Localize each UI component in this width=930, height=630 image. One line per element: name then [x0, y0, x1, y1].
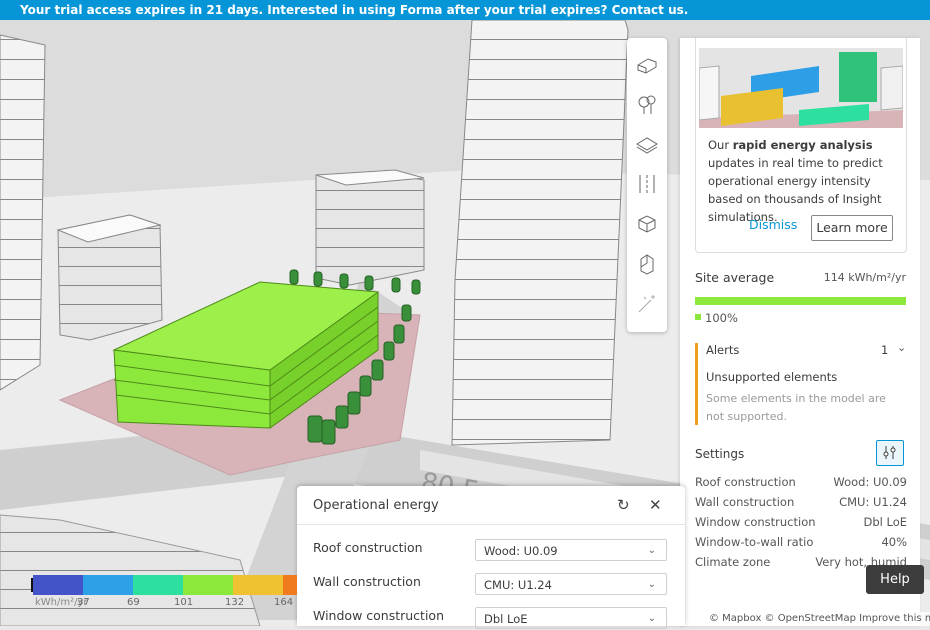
- trees-icon[interactable]: [633, 90, 661, 118]
- settings-row-window: Window construction Dbl LoE: [695, 515, 907, 529]
- road-icon[interactable]: [633, 170, 661, 198]
- dialog-title: Operational energy: [313, 498, 439, 513]
- dismiss-button[interactable]: Dismiss: [749, 217, 797, 232]
- legend-tick: 69: [127, 597, 140, 608]
- sparkle-icon[interactable]: [633, 290, 661, 318]
- settings-sliders-button[interactable]: [876, 440, 904, 466]
- op-roof-label: Roof construction: [313, 540, 423, 555]
- map-attribution[interactable]: © Mapbox © OpenStreetMap Improve this ma…: [706, 612, 930, 626]
- legend-tick: 37: [77, 597, 90, 608]
- legend-segment: [283, 575, 297, 595]
- legend-segment: [133, 575, 183, 595]
- site-average-progress: [695, 297, 906, 305]
- intro-text: Our rapid energy analysis updates in rea…: [708, 138, 883, 224]
- alert-text: Some elements in the model are not suppo…: [706, 392, 886, 423]
- legend-tick: 132: [225, 597, 245, 608]
- progress-label: 100%: [705, 311, 738, 325]
- roof-construction-select[interactable]: Wood: U0.09 ⌄: [475, 539, 667, 561]
- building-icon[interactable]: [633, 50, 661, 78]
- chevron-down-icon: ⌄: [647, 613, 656, 624]
- divider: [297, 524, 685, 525]
- legend-tick: 164: [274, 597, 294, 608]
- preview-image: [699, 48, 903, 128]
- energy-analysis-panel: Our rapid energy analysis updates in rea…: [680, 38, 920, 626]
- op-window-label: Window construction: [313, 608, 444, 623]
- box-icon[interactable]: [633, 210, 661, 238]
- intro-card: Our rapid energy analysis updates in rea…: [695, 38, 907, 253]
- wall-construction-select[interactable]: CMU: U1.24 ⌄: [475, 573, 667, 595]
- site-average-value: 114 kWh/m²/yr: [823, 271, 906, 284]
- settings-row-wall: Wall construction CMU: U1.24: [695, 495, 907, 509]
- legend-segment: [233, 575, 283, 595]
- legend-segment: [33, 575, 83, 595]
- alerts-count: 1: [881, 343, 889, 357]
- legend-segment: [83, 575, 133, 595]
- refresh-icon[interactable]: ↻: [617, 496, 630, 514]
- help-button[interactable]: Help: [866, 565, 924, 594]
- settings-row-wwr: Window-to-wall ratio 40%: [695, 535, 907, 549]
- learn-more-button[interactable]: Learn more: [811, 215, 893, 241]
- alert-title: Unsupported elements: [706, 370, 838, 384]
- settings-row-roof: Roof construction Wood: U0.09: [695, 475, 907, 489]
- alerts-label: Alerts: [706, 343, 740, 357]
- tools-toolbar: [627, 38, 667, 332]
- op-wall-label: Wall construction: [313, 574, 421, 589]
- energy-legend: kWh/m²/yr 37 69 101 132 164: [31, 575, 301, 611]
- chevron-down-icon: ⌄: [647, 579, 656, 590]
- legend-tick: 101: [174, 597, 194, 608]
- alert-bar: [695, 343, 698, 425]
- chevron-down-icon[interactable]: ⌄: [897, 341, 906, 354]
- legend-segment: [183, 575, 233, 595]
- surface-icon[interactable]: [633, 130, 661, 158]
- chevron-down-icon: ⌄: [647, 545, 656, 556]
- close-icon[interactable]: ✕: [649, 496, 662, 514]
- trial-banner[interactable]: Your trial access expires in 21 days. In…: [0, 0, 930, 20]
- operational-energy-dialog: Operational energy ↻ ✕ Roof construction…: [297, 486, 685, 629]
- sliders-icon: [883, 446, 896, 459]
- settings-label: Settings: [695, 447, 745, 461]
- site-average-progress-fill: [695, 297, 906, 305]
- site-average-label: Site average: [695, 270, 775, 285]
- trial-banner-text: Your trial access expires in 21 days. In…: [20, 3, 689, 17]
- legend-swatch: [695, 314, 701, 320]
- volume-icon[interactable]: [633, 250, 661, 278]
